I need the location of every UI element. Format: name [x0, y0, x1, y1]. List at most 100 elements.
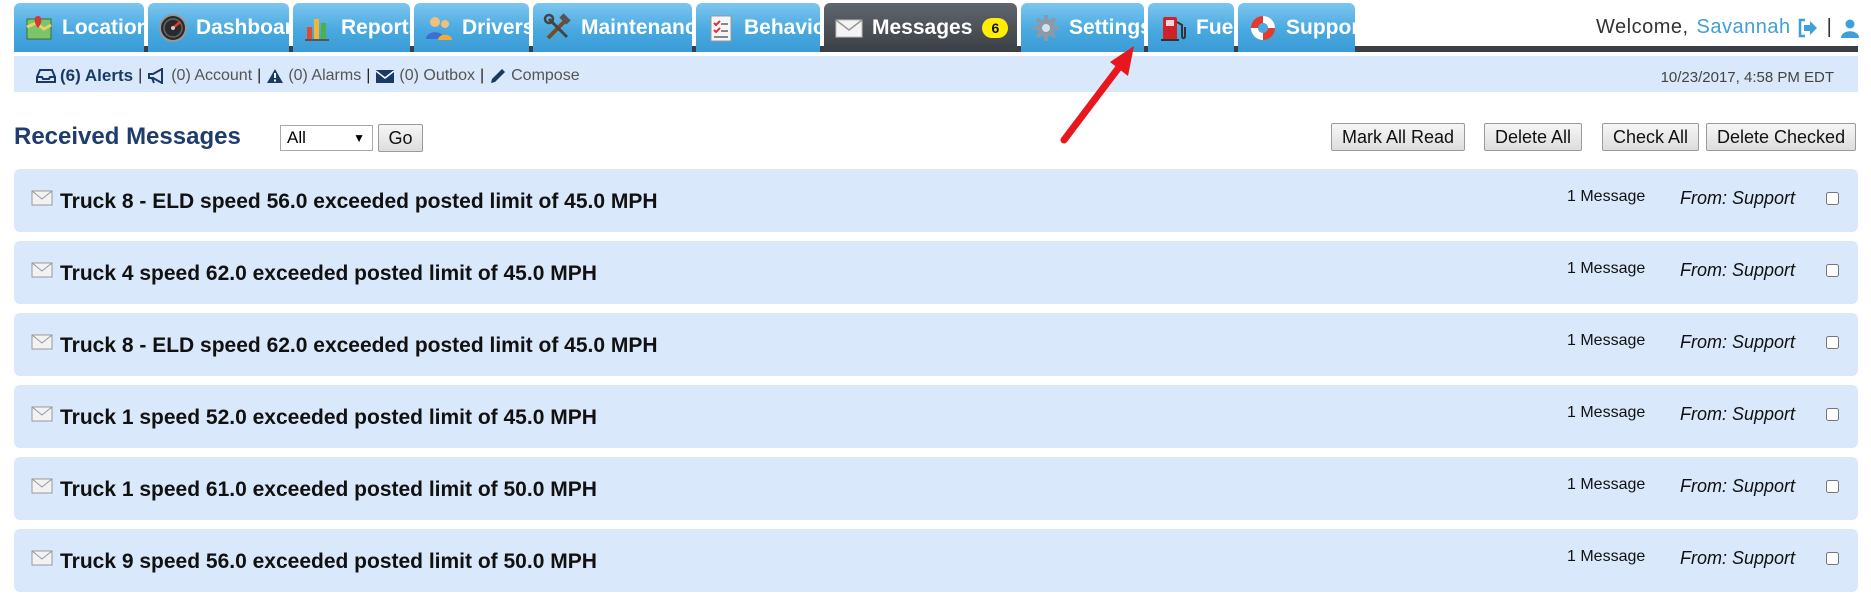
- message-count: 1 Message: [1567, 548, 1646, 565]
- envelope-icon: [31, 478, 53, 494]
- outbox-link[interactable]: (0) Outbox: [375, 67, 475, 85]
- envelope-icon: [31, 262, 53, 278]
- tab-maintenance[interactable]: Maintenance: [533, 3, 708, 52]
- message-row[interactable]: Truck 1 speed 61.0 exceeded posted limit…: [14, 457, 1858, 520]
- compose-link[interactable]: Compose: [489, 67, 580, 85]
- message-subject[interactable]: Truck 1 speed 52.0 exceeded posted limit…: [60, 406, 597, 430]
- message-row[interactable]: Truck 1 speed 52.0 exceeded posted limit…: [14, 385, 1858, 448]
- message-list: Truck 8 - ELD speed 56.0 exceeded posted…: [14, 169, 1858, 601]
- message-subnav: (6) Alerts | (0) Account | (0) Alarms | …: [14, 56, 1858, 92]
- message-count: 1 Message: [1567, 404, 1646, 421]
- warning-icon: [267, 69, 284, 83]
- tab-label: Settings: [1069, 15, 1152, 39]
- envelope-icon: [31, 550, 53, 566]
- welcome-area: Welcome, Savannah |: [1596, 16, 1860, 39]
- delete-all-button[interactable]: Delete All: [1484, 123, 1583, 151]
- message-row[interactable]: Truck 8 - ELD speed 56.0 exceeded posted…: [14, 169, 1858, 232]
- tab-behavior[interactable]: Behavior: [696, 3, 834, 52]
- welcome-text: Welcome,: [1596, 16, 1689, 38]
- tab-dashboard[interactable]: Dashboard: [148, 3, 306, 52]
- envelope-icon: [31, 190, 53, 206]
- message-checkbox[interactable]: [1826, 552, 1839, 565]
- message-row[interactable]: Truck 9 speed 56.0 exceeded posted limit…: [14, 529, 1858, 592]
- message-sender: From: Support: [1680, 404, 1796, 424]
- tab-label: Fuel: [1196, 15, 1240, 39]
- user-name-link[interactable]: Savannah: [1697, 16, 1791, 39]
- filter-selected-value: All: [287, 128, 306, 147]
- message-count: 1 Message: [1567, 332, 1646, 349]
- tab-support[interactable]: Support: [1238, 3, 1366, 52]
- tab-label: Drivers: [462, 15, 535, 39]
- message-checkbox[interactable]: [1826, 192, 1839, 205]
- bar-chart-icon: [303, 13, 333, 43]
- tab-label: Messages: [872, 15, 973, 39]
- message-row[interactable]: Truck 4 speed 62.0 exceeded posted limit…: [14, 241, 1858, 304]
- map-icon: [24, 13, 54, 43]
- tab-label: Reports: [341, 15, 421, 39]
- gear-icon: [1031, 13, 1061, 43]
- envelope-icon: [31, 406, 53, 422]
- message-subject[interactable]: Truck 4 speed 62.0 exceeded posted limit…: [60, 262, 597, 286]
- alerts-link[interactable]: (6) Alerts: [36, 66, 133, 86]
- user-profile-icon[interactable]: [1840, 18, 1860, 38]
- alarms-label: (0) Alarms: [288, 67, 362, 84]
- logout-icon[interactable]: [1797, 18, 1819, 38]
- megaphone-icon: [148, 68, 164, 84]
- alarms-link[interactable]: (0) Alarms: [266, 67, 361, 85]
- message-checkbox[interactable]: [1826, 336, 1839, 349]
- envelope-icon: [375, 70, 395, 83]
- message-count: 1 Message: [1567, 476, 1646, 493]
- message-subject[interactable]: Truck 8 - ELD speed 62.0 exceeded posted…: [60, 334, 658, 358]
- current-datetime: 10/23/2017, 4:58 PM EDT: [1660, 69, 1834, 86]
- tab-label: Dashboard: [196, 15, 306, 39]
- message-row[interactable]: Truck 8 - ELD speed 62.0 exceeded posted…: [14, 313, 1858, 376]
- message-sender: From: Support: [1680, 476, 1796, 496]
- checklist-icon: [706, 13, 736, 43]
- message-checkbox[interactable]: [1826, 264, 1839, 277]
- subnav-separator: |: [479, 67, 485, 84]
- unread-badge: 6: [982, 17, 1009, 38]
- message-sender: From: Support: [1680, 548, 1796, 568]
- annotation-arrow: [1060, 46, 1134, 144]
- tab-drivers[interactable]: Drivers: [414, 3, 534, 52]
- nav-tabs: Locations Dashboard Reports Drivers Main: [14, 3, 1366, 52]
- envelope-icon: [834, 13, 864, 43]
- account-link[interactable]: (0) Account: [147, 67, 252, 85]
- message-filter-select[interactable]: All ▼: [280, 125, 373, 151]
- tab-reports[interactable]: Reports: [293, 3, 420, 52]
- message-count: 1 Message: [1567, 260, 1646, 277]
- message-sender: From: Support: [1680, 188, 1796, 208]
- pencil-icon: [491, 69, 506, 83]
- mark-all-read-button[interactable]: Mark All Read: [1331, 123, 1466, 151]
- tab-messages[interactable]: Messages 6: [824, 3, 1017, 52]
- account-label: (0) Account: [171, 67, 253, 84]
- users-icon: [424, 13, 454, 43]
- tab-label: Behavior: [744, 15, 834, 39]
- speedometer-icon: [158, 13, 188, 43]
- envelope-icon: [31, 334, 53, 350]
- message-checkbox[interactable]: [1826, 480, 1839, 493]
- go-button[interactable]: Go: [378, 124, 423, 152]
- subnav-separator: |: [366, 67, 371, 84]
- message-checkbox[interactable]: [1826, 408, 1839, 421]
- outbox-label: (0) Outbox: [399, 67, 475, 84]
- alerts-label: (6) Alerts: [60, 66, 134, 85]
- tab-locations[interactable]: Locations: [14, 3, 161, 52]
- tab-label: Maintenance: [581, 15, 709, 39]
- subnav-separator: |: [138, 67, 143, 84]
- welcome-separator: |: [1826, 16, 1832, 38]
- delete-checked-button[interactable]: Delete Checked: [1706, 123, 1857, 151]
- message-subject[interactable]: Truck 1 speed 61.0 exceeded posted limit…: [60, 478, 597, 502]
- message-sender: From: Support: [1680, 332, 1796, 352]
- page-title: Received Messages: [14, 123, 241, 150]
- message-sender: From: Support: [1680, 260, 1796, 280]
- lifebuoy-icon: [1248, 13, 1278, 43]
- check-all-button[interactable]: Check All: [1602, 123, 1700, 151]
- message-subject[interactable]: Truck 8 - ELD speed 56.0 exceeded posted…: [60, 190, 658, 214]
- tab-fuel[interactable]: Fuel: [1148, 3, 1239, 52]
- main-navigation: Locations Dashboard Reports Drivers Main: [14, 0, 1871, 52]
- inbox-icon: [36, 69, 56, 83]
- message-subject[interactable]: Truck 9 speed 56.0 exceeded posted limit…: [60, 550, 597, 574]
- tools-icon: [543, 12, 573, 43]
- tab-label: Locations: [62, 15, 162, 39]
